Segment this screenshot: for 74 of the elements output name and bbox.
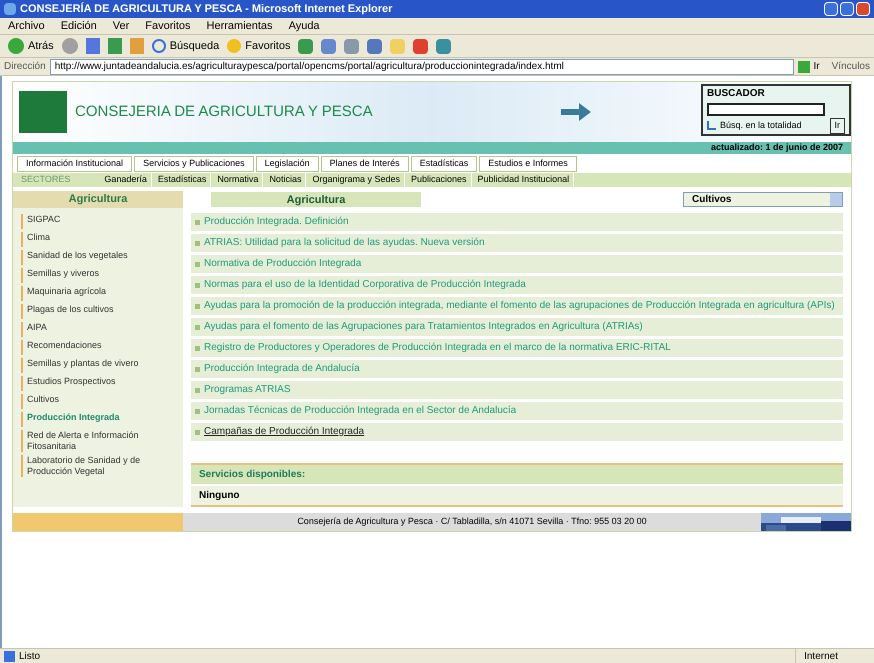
nav-tab[interactable]: Estadísticas xyxy=(154,173,212,187)
bullet-icon xyxy=(195,241,200,246)
sidebar-link[interactable]: Recomendaciones xyxy=(21,340,175,355)
close-button[interactable] xyxy=(856,2,870,16)
section-title: Agricultura xyxy=(211,192,421,207)
bullet-icon xyxy=(195,325,200,330)
links-button[interactable]: Vínculos xyxy=(824,59,870,74)
sidebar-link[interactable]: Maquinaria agrícola xyxy=(21,286,175,301)
sidebar-link[interactable]: Producción Integrada xyxy=(21,412,175,427)
menu-item[interactable]: Ver xyxy=(112,18,130,34)
nav-tab[interactable]: Noticias xyxy=(265,173,306,187)
nav-tab[interactable]: Organigrama y Sedes xyxy=(308,173,405,187)
address-label: Dirección xyxy=(4,60,46,74)
sidebar-link[interactable]: Clima xyxy=(21,232,175,247)
sidebar-link[interactable]: Semillas y viveros xyxy=(21,268,175,283)
filter-select[interactable]: Cultivos xyxy=(683,192,843,207)
menu-item[interactable]: Archivo xyxy=(8,18,45,34)
bullet-icon xyxy=(195,346,200,351)
status-text: Listo xyxy=(19,650,42,663)
minimize-button[interactable] xyxy=(824,2,838,16)
sidebar-link[interactable]: AIPA xyxy=(21,322,175,337)
menu-item[interactable]: Herramientas xyxy=(206,18,273,34)
nav-tab[interactable]: Estadísticas xyxy=(410,156,478,172)
window-title: CONSEJERÍA DE AGRICULTURA Y PESCA - Microsoft Internet Explorer xyxy=(20,1,394,17)
sidebar-link[interactable]: Semillas y plantas de vivero xyxy=(21,358,175,373)
bullet-icon xyxy=(195,388,200,393)
go-button[interactable]: Ir xyxy=(798,59,820,74)
maximize-button[interactable] xyxy=(840,2,854,16)
bullet-icon xyxy=(195,304,200,309)
checkbox[interactable] xyxy=(707,121,716,130)
sidebar-link[interactable]: Estudios Prospectivos xyxy=(21,376,175,391)
checkbox-label: Búsq. en la totalidad xyxy=(720,119,802,132)
search-field[interactable] xyxy=(707,103,825,116)
nav-tab[interactable]: Legislación xyxy=(256,156,319,172)
back-button[interactable]: Atrás xyxy=(8,38,54,54)
bullet-icon xyxy=(195,367,200,372)
sidebar-title: Agricultura xyxy=(13,191,183,208)
bullet-icon xyxy=(195,430,200,435)
favorites-button[interactable]: Favoritos xyxy=(227,38,290,54)
search-button[interactable]: Búsqueda xyxy=(152,38,220,54)
footer-text: Consejería de Agricultura y Pesca · C/ Tabladilla, s/n 41071 Sevilla · Tfno: 955 03 20 00 xyxy=(296,515,648,528)
nav-tab[interactable]: Publicidad Institucional xyxy=(474,173,574,187)
nav-tab[interactable]: Planes de Interés xyxy=(320,156,409,172)
menu-item[interactable]: Favoritos xyxy=(145,18,191,34)
search-go-button[interactable]: Ir xyxy=(830,118,845,134)
nav-tab[interactable]: Normativa xyxy=(213,173,264,187)
bullet-icon xyxy=(195,409,200,414)
services-value: Ninguno xyxy=(191,486,843,505)
arrow-icon xyxy=(561,102,591,122)
update-date: actualizado: 1 de junio de 2007 xyxy=(710,141,843,154)
sidebar-link[interactable]: Laboratorio de Sanidad y de Producción Vegetal xyxy=(21,455,175,477)
sidebar-link[interactable]: Sanidad de los vegetales xyxy=(21,250,175,265)
nav-tab[interactable]: Ganadería xyxy=(100,173,152,187)
menu-item[interactable]: Ayuda xyxy=(288,18,320,34)
sidebar-link[interactable]: SIGPAC xyxy=(21,214,175,229)
zone-label: Internet xyxy=(795,648,870,663)
bullet-icon xyxy=(195,283,200,288)
menu-item[interactable]: Edición xyxy=(60,18,97,34)
sidebar-link[interactable]: Plagas de los cultivos xyxy=(21,304,175,319)
content-link[interactable]: Campañas de Producción Integrada xyxy=(204,426,364,438)
site-title: CONSEJERIA DE AGRICULTURA Y PESCA xyxy=(75,102,374,122)
nav-tab[interactable]: Información Institucional xyxy=(17,156,132,172)
logo-icon xyxy=(19,91,67,133)
sidebar-link[interactable]: Cultivos xyxy=(21,394,175,409)
sidebar-link[interactable]: Red de Alerta e Información Fitosanitaria xyxy=(21,430,175,452)
section-label: SECTORES xyxy=(20,173,72,186)
search-title: BUSCADOR xyxy=(707,87,766,101)
services-title: Servicios disponibles: xyxy=(191,465,843,484)
address-field[interactable]: http://www.juntadeandalucia.es/agriculturaypesca/portal/opencms/portal/agricultura/produccionintegrada/index.html xyxy=(50,58,794,74)
bullet-icon xyxy=(195,262,200,267)
nav-tab[interactable]: Estudios e Informes xyxy=(479,156,577,172)
nav-tab[interactable]: Servicios y Publicaciones xyxy=(134,156,254,172)
bullet-icon xyxy=(195,220,200,225)
nav-tab[interactable]: Publicaciones xyxy=(407,173,472,187)
